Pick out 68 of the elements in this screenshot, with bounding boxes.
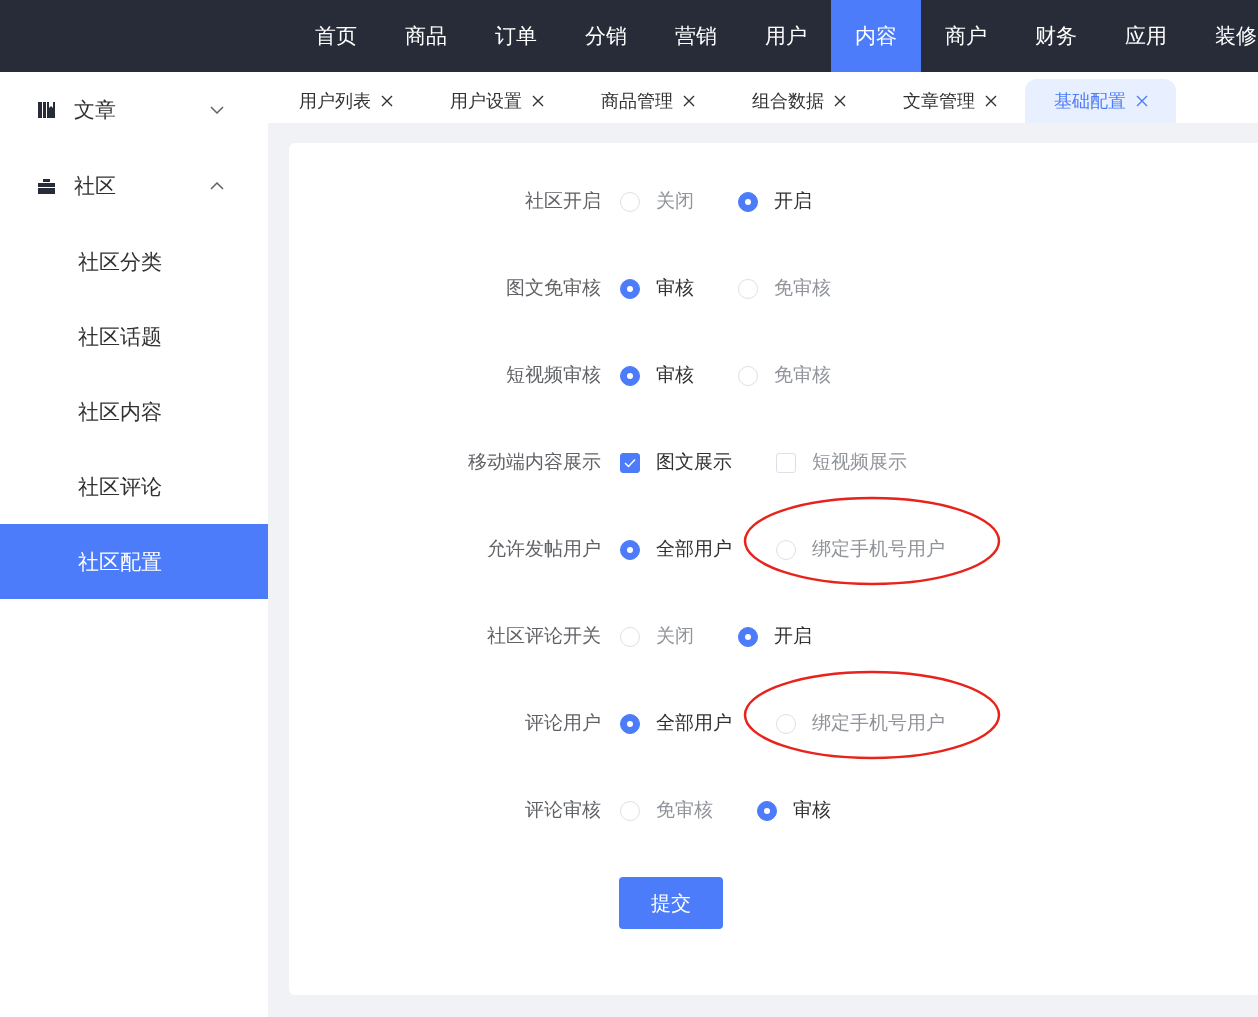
nav-item[interactable]: 首页 [291,0,381,72]
sidebar-group[interactable]: 社区 [0,148,268,224]
close-icon[interactable] [531,95,544,107]
sidebar-group[interactable]: 文章 [0,72,268,148]
option-label: 审核 [656,276,694,301]
option-label: 图文展示 [656,450,732,475]
nav-item[interactable]: 装修 [1191,0,1258,72]
nav-item[interactable]: 营销 [651,0,741,72]
option-label: 开启 [774,189,812,214]
radio-button[interactable] [620,278,640,299]
tab[interactable]: 商品管理 [572,79,723,123]
nav-item[interactable]: 分销 [561,0,651,72]
field-label: 图文免审核 [505,276,601,301]
nav-item[interactable]: 财务 [1011,0,1101,72]
option-label: 免审核 [656,798,713,823]
chevron-icon [210,182,224,190]
tab[interactable]: 文章管理 [874,79,1025,123]
nav-item[interactable]: 商户 [921,0,1011,72]
field-label: 短视频审核 [505,363,601,388]
option-label: 全部用户 [656,537,732,562]
option-label: 关闭 [656,624,694,649]
close-icon[interactable] [682,95,695,107]
nav-item[interactable]: 订单 [471,0,561,72]
nav-item[interactable]: 商品 [381,0,471,72]
field-label: 社区评论开关 [486,624,601,649]
sidebar-item[interactable]: 社区配置 [0,524,268,599]
nav-item[interactable]: 用户 [741,0,831,72]
field-label: 社区开启 [524,189,601,214]
close-icon[interactable] [833,95,846,107]
radio-button[interactable] [620,539,640,560]
option-label: 审核 [656,363,694,388]
option-label: 审核 [793,798,831,823]
field-label: 评论审核 [524,798,601,823]
checkbox[interactable] [620,452,640,473]
sidebar-item[interactable]: 社区内容 [0,374,268,449]
sidebar-item[interactable]: 社区话题 [0,299,268,374]
option-label: 全部用户 [656,711,732,736]
nav-item[interactable]: 应用 [1101,0,1191,72]
tab[interactable]: 用户列表 [270,79,421,123]
sidebar-item[interactable]: 社区评论 [0,449,268,524]
tab[interactable]: 组合数据 [723,79,874,123]
option-label: 短视频展示 [812,450,907,475]
field-label: 评论用户 [524,711,601,736]
option-label: 绑定手机号用户 [812,537,945,562]
tab[interactable]: 用户设置 [421,79,572,123]
nav-item[interactable]: 内容 [831,0,921,72]
close-icon[interactable] [984,95,997,107]
chevron-icon [210,106,224,114]
option-label: 免审核 [774,276,831,301]
checkmark-icon [624,457,636,468]
option-label: 绑定手机号用户 [812,711,945,736]
submit-button[interactable]: 提交 [619,877,723,929]
sidebar-item[interactable]: 社区分类 [0,224,268,299]
radio-button[interactable] [757,800,777,821]
close-icon[interactable] [380,95,393,107]
radio-button[interactable] [620,365,640,386]
sidebar-label: 文章 [74,97,117,124]
option-label: 开启 [774,624,812,649]
field-label: 允许发帖用户 [486,537,601,562]
radio-button[interactable] [620,713,640,734]
field-label: 移动端内容展示 [467,450,601,475]
briefcase-icon [38,178,55,194]
radio-button[interactable] [738,626,758,647]
book-icon [38,102,55,118]
option-label: 免审核 [774,363,831,388]
option-label: 关闭 [656,189,694,214]
sidebar-label: 社区 [74,173,117,200]
radio-button[interactable] [738,191,758,212]
